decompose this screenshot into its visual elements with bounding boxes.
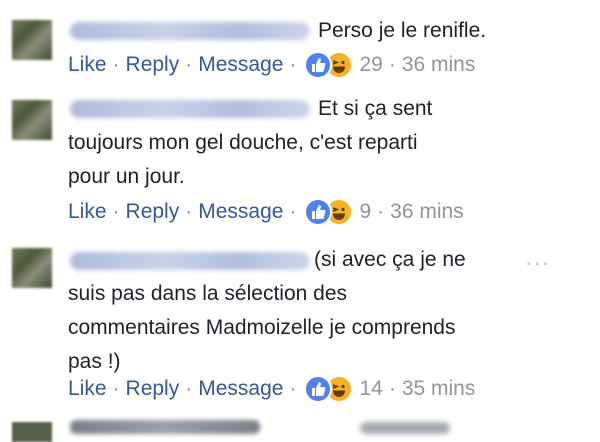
reactions[interactable] xyxy=(304,375,354,403)
commenter-name-blurred[interactable] xyxy=(70,22,310,40)
separator: · xyxy=(112,53,120,76)
comment-actions: Like · Reply · Message · 14 · 35 mins xyxy=(68,374,475,404)
separator: · xyxy=(388,53,396,76)
more-options-icon[interactable]: ··· xyxy=(525,250,550,276)
comment-text: toujours mon gel douche, c'est reparti p… xyxy=(68,131,418,188)
like-link[interactable]: Like xyxy=(68,50,107,80)
message-link[interactable]: Message xyxy=(198,374,283,404)
comment-text: Perso je le renifle. xyxy=(318,19,487,42)
timestamp[interactable]: 35 mins xyxy=(402,374,476,404)
comment-text-line1: (si avec ça je ne xyxy=(314,248,466,271)
separator: · xyxy=(289,200,297,223)
comment-text: suis pas dans la sélection des commentai… xyxy=(68,282,456,373)
message-link[interactable]: Message xyxy=(198,50,283,80)
message-link[interactable]: Message xyxy=(198,197,283,227)
commenter-name-blurred[interactable] xyxy=(70,252,310,270)
commenter-name-blurred[interactable] xyxy=(70,420,260,434)
like-link[interactable]: Like xyxy=(68,374,107,404)
reactions[interactable] xyxy=(304,51,354,79)
avatar[interactable] xyxy=(12,248,52,288)
comment-actions: Like · Reply · Message · 9 · 36 mins xyxy=(68,197,464,227)
reply-link[interactable]: Reply xyxy=(126,197,180,227)
avatar[interactable] xyxy=(12,20,52,60)
reaction-count[interactable]: 29 xyxy=(359,50,382,80)
reactions[interactable] xyxy=(304,198,354,226)
separator: · xyxy=(388,377,396,400)
reaction-count[interactable]: 14 xyxy=(359,374,382,404)
separator: · xyxy=(185,200,193,223)
separator: · xyxy=(289,53,297,76)
separator: · xyxy=(112,200,120,223)
separator: · xyxy=(185,377,193,400)
avatar[interactable] xyxy=(12,100,52,140)
like-link[interactable]: Like xyxy=(68,197,107,227)
separator: · xyxy=(185,53,193,76)
avatar[interactable] xyxy=(12,422,52,442)
reaction-count[interactable]: 9 xyxy=(359,197,371,227)
separator: · xyxy=(289,377,297,400)
comment-text-blurred xyxy=(360,422,450,434)
timestamp[interactable]: 36 mins xyxy=(390,197,464,227)
commenter-name-blurred[interactable] xyxy=(70,100,310,118)
reply-link[interactable]: Reply xyxy=(126,374,180,404)
timestamp[interactable]: 36 mins xyxy=(402,50,476,80)
comment-text-line1: Et si ça sent xyxy=(318,97,433,120)
separator: · xyxy=(112,377,120,400)
reply-link[interactable]: Reply xyxy=(126,50,180,80)
separator: · xyxy=(377,200,385,223)
comment-actions: Like · Reply · Message · 29 · 36 mins xyxy=(68,50,475,80)
